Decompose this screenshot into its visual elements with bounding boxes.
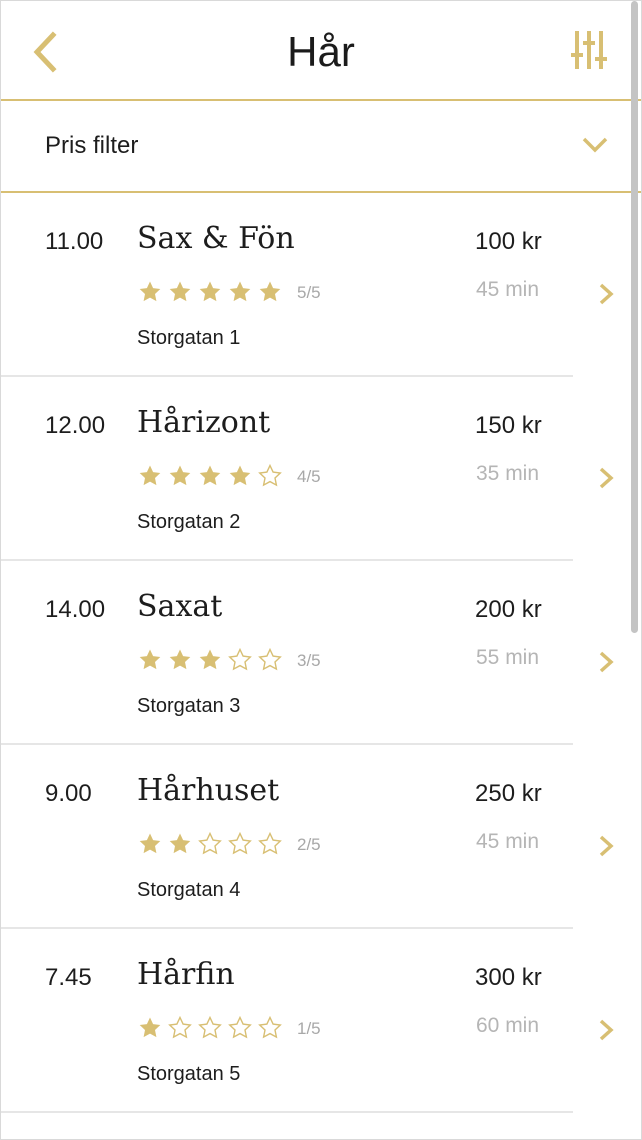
- duration: 55 min: [476, 646, 540, 669]
- star-empty-icon: [258, 832, 282, 855]
- star-empty-icon: [258, 464, 282, 487]
- star-empty-icon: [228, 832, 252, 855]
- star-empty-icon: [258, 648, 282, 671]
- price: 100 kr: [475, 228, 542, 255]
- app-frame: Hår Pris filter 11.00 Sax & Fön 5/5 Stor…: [0, 0, 642, 1140]
- star-filled-icon: [199, 281, 221, 302]
- star-filled-icon: [139, 465, 161, 486]
- star-empty-icon: [258, 1016, 282, 1039]
- salon-address: Storgatan 1: [137, 327, 241, 349]
- star-empty-icon: [228, 648, 252, 671]
- list-item[interactable]: 14.00 Saxat 3/5 Storgatan 3 200 kr 55 mi…: [1, 561, 614, 745]
- star-rating: [138, 278, 288, 306]
- star-empty-icon: [198, 1016, 222, 1039]
- salon-name: Sax & Fön: [137, 221, 295, 256]
- appointment-time: 11.00: [45, 228, 104, 255]
- star-filled-icon: [229, 465, 251, 486]
- rating-text: 3/5: [297, 651, 321, 670]
- filter-settings-button[interactable]: [571, 29, 611, 73]
- salon-address: Storgatan 4: [137, 879, 241, 901]
- rating-text: 1/5: [297, 1019, 321, 1038]
- salon-address: Storgatan 5: [137, 1063, 241, 1085]
- header: Hår: [1, 1, 641, 101]
- duration: 60 min: [476, 1014, 540, 1037]
- list-item[interactable]: 9.00 Hårhuset 2/5 Storgatan 4 250 kr 45 …: [1, 745, 614, 929]
- price: 150 kr: [475, 412, 542, 439]
- salon-name: Hårhuset: [137, 773, 280, 808]
- chevron-down-icon: [582, 137, 608, 153]
- duration: 35 min: [476, 462, 540, 485]
- chevron-right-icon: [599, 1019, 614, 1041]
- appointment-time: 7.45: [45, 964, 92, 991]
- star-rating: [138, 462, 288, 490]
- appointment-time: 12.00: [45, 412, 106, 439]
- salon-name: Hårfin: [137, 957, 235, 992]
- appointment-time: 9.00: [45, 780, 92, 807]
- star-filled-icon: [139, 649, 161, 670]
- page-title: Hår: [287, 28, 355, 75]
- star-filled-icon: [169, 465, 191, 486]
- star-filled-icon: [199, 649, 221, 670]
- salon-name: Saxat: [137, 589, 223, 624]
- star-filled-icon: [169, 833, 191, 854]
- price-filter-label: Pris filter: [45, 132, 139, 159]
- price: 250 kr: [475, 780, 542, 807]
- star-filled-icon: [229, 281, 251, 302]
- list-item[interactable]: 12.00 Hårizont 4/5 Storgatan 2 150 kr 35…: [1, 377, 614, 561]
- star-filled-icon: [139, 833, 161, 854]
- salon-address: Storgatan 2: [137, 511, 241, 533]
- star-filled-icon: [139, 1017, 161, 1038]
- sliders-icon: [571, 31, 607, 69]
- duration: 45 min: [476, 278, 540, 301]
- salon-address: Storgatan 3: [137, 695, 241, 717]
- star-empty-icon: [198, 832, 222, 855]
- price-filter-dropdown[interactable]: Pris filter: [1, 101, 641, 193]
- scrollbar[interactable]: [631, 1, 638, 633]
- chevron-right-icon: [599, 835, 614, 857]
- star-empty-icon: [168, 1016, 192, 1039]
- star-filled-icon: [139, 281, 161, 302]
- star-filled-icon: [199, 465, 221, 486]
- list-item[interactable]: 11.00 Sax & Fön 5/5 Storgatan 1 100 kr 4…: [1, 193, 614, 377]
- appointment-time: 14.00: [45, 596, 106, 623]
- star-rating: [138, 646, 288, 674]
- price: 200 kr: [475, 596, 542, 623]
- salon-name: Hårizont: [137, 405, 271, 440]
- price: 300 kr: [475, 964, 542, 991]
- duration: 45 min: [476, 830, 540, 853]
- rating-text: 4/5: [297, 467, 321, 486]
- star-rating: [138, 830, 288, 858]
- chevron-right-icon: [599, 283, 614, 305]
- chevron-right-icon: [599, 651, 614, 673]
- star-filled-icon: [169, 281, 191, 302]
- rating-text: 5/5: [297, 283, 321, 302]
- salon-list: 11.00 Sax & Fön 5/5 Storgatan 1 100 kr 4…: [1, 193, 641, 1113]
- list-item[interactable]: 7.45 Hårfin 1/5 Storgatan 5 300 kr 60 mi…: [1, 929, 614, 1113]
- star-filled-icon: [259, 281, 281, 302]
- rating-text: 2/5: [297, 835, 321, 854]
- chevron-right-icon: [599, 467, 614, 489]
- star-filled-icon: [169, 649, 191, 670]
- star-rating: [138, 1014, 288, 1042]
- star-empty-icon: [228, 1016, 252, 1039]
